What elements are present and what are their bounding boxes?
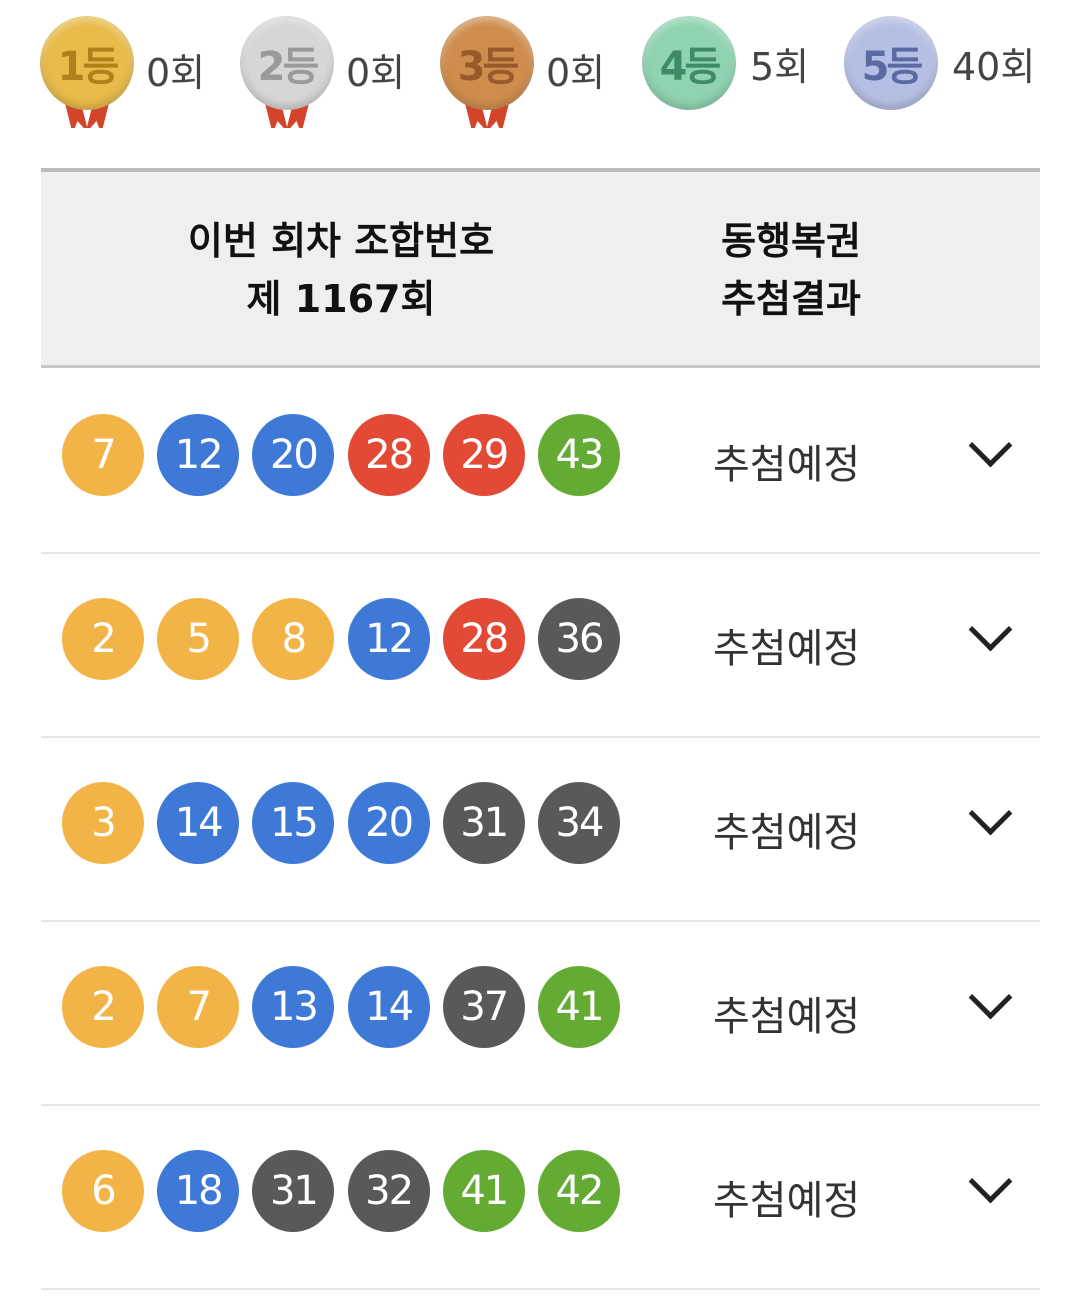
combination-row[interactable]: 6 18 31 32 41 42 추첨예정 bbox=[41, 1106, 1040, 1290]
mint-medal-icon: 4등 bbox=[642, 16, 736, 110]
result-title-line2: 추첨결과 bbox=[721, 277, 861, 321]
medal-count: 5회 bbox=[750, 45, 810, 89]
lotto-ball: 34 bbox=[538, 782, 620, 864]
lotto-ball: 31 bbox=[252, 1150, 335, 1232]
lotto-ball: 14 bbox=[157, 782, 240, 864]
combination-title: 이번 회차 조합번호 bbox=[187, 219, 495, 263]
lavender-medal-icon: 5등 bbox=[844, 16, 938, 110]
combination-row[interactable]: 2 5 8 12 28 36 추첨예정 bbox=[41, 554, 1040, 738]
medal-count: 0회 bbox=[146, 51, 206, 95]
table-header: 이번 회차 조합번호 제 1167회 동행복권 추첨결과 bbox=[41, 168, 1040, 368]
chevron-down-icon[interactable] bbox=[968, 791, 1013, 836]
lotto-ball: 8 bbox=[252, 598, 335, 680]
lotto-ball: 32 bbox=[347, 1150, 430, 1232]
lotto-ball: 6 bbox=[62, 1150, 144, 1232]
lotto-ball: 37 bbox=[442, 966, 525, 1048]
chevron-down-icon[interactable] bbox=[968, 607, 1013, 652]
lotto-ball: 29 bbox=[442, 414, 525, 496]
lotto-ball: 28 bbox=[347, 414, 430, 496]
lotto-ball: 43 bbox=[538, 414, 620, 496]
lotto-ball: 3 bbox=[62, 782, 144, 864]
chevron-down-icon[interactable] bbox=[968, 423, 1013, 468]
lotto-ball: 18 bbox=[157, 1150, 240, 1232]
result-header: 동행복권 추첨결과 bbox=[681, 212, 901, 328]
draw-status: 추첨예정 bbox=[713, 626, 861, 672]
combination-row[interactable]: 3 14 15 20 31 34 추첨예정 bbox=[41, 738, 1040, 922]
combination-header: 이번 회차 조합번호 제 1167회 bbox=[41, 212, 641, 328]
lotto-ball: 41 bbox=[538, 966, 620, 1048]
chevron-down-icon[interactable] bbox=[968, 975, 1013, 1020]
chevron-down-icon[interactable] bbox=[968, 1159, 1013, 1204]
draw-status: 추첨예정 bbox=[713, 442, 861, 488]
lotto-ball: 20 bbox=[347, 782, 430, 864]
medal-count: 40회 bbox=[952, 45, 1036, 89]
lotto-ball: 12 bbox=[347, 598, 430, 680]
medal-count: 0회 bbox=[546, 51, 606, 95]
lotto-ball: 15 bbox=[252, 782, 335, 864]
lotto-ball: 12 bbox=[157, 414, 240, 496]
lotto-ball: 41 bbox=[442, 1150, 525, 1232]
lotto-ball: 2 bbox=[62, 966, 144, 1048]
draw-status: 추첨예정 bbox=[713, 810, 861, 856]
gold-medal-icon: 1등 bbox=[40, 16, 134, 110]
prize-summary: 1등 0회 2등 0회 3등 0회 4등 5회 5등 40회 bbox=[0, 0, 1080, 140]
lotto-ball: 42 bbox=[538, 1150, 620, 1232]
lotto-ball: 36 bbox=[538, 598, 620, 680]
draw-status: 추첨예정 bbox=[713, 994, 861, 1040]
round-number: 제 1167회 bbox=[246, 277, 436, 321]
result-title-line1: 동행복권 bbox=[721, 219, 861, 263]
lotto-ball: 14 bbox=[347, 966, 430, 1048]
lotto-ball: 31 bbox=[442, 782, 525, 864]
medal-count: 0회 bbox=[346, 51, 406, 95]
lotto-ball: 7 bbox=[62, 414, 144, 496]
bronze-medal-icon: 3등 bbox=[440, 16, 534, 110]
lotto-ball: 5 bbox=[157, 598, 240, 680]
lotto-ball: 2 bbox=[62, 598, 144, 680]
silver-medal-icon: 2등 bbox=[240, 16, 334, 110]
lotto-ball: 13 bbox=[252, 966, 335, 1048]
combination-row[interactable]: 7 12 20 28 29 43 추첨예정 bbox=[41, 370, 1040, 554]
combination-row[interactable]: 2 7 13 14 37 41 추첨예정 bbox=[41, 922, 1040, 1106]
lotto-ball: 7 bbox=[157, 966, 240, 1048]
lotto-ball: 28 bbox=[442, 598, 525, 680]
lotto-ball: 20 bbox=[252, 414, 335, 496]
draw-status: 추첨예정 bbox=[713, 1178, 861, 1224]
